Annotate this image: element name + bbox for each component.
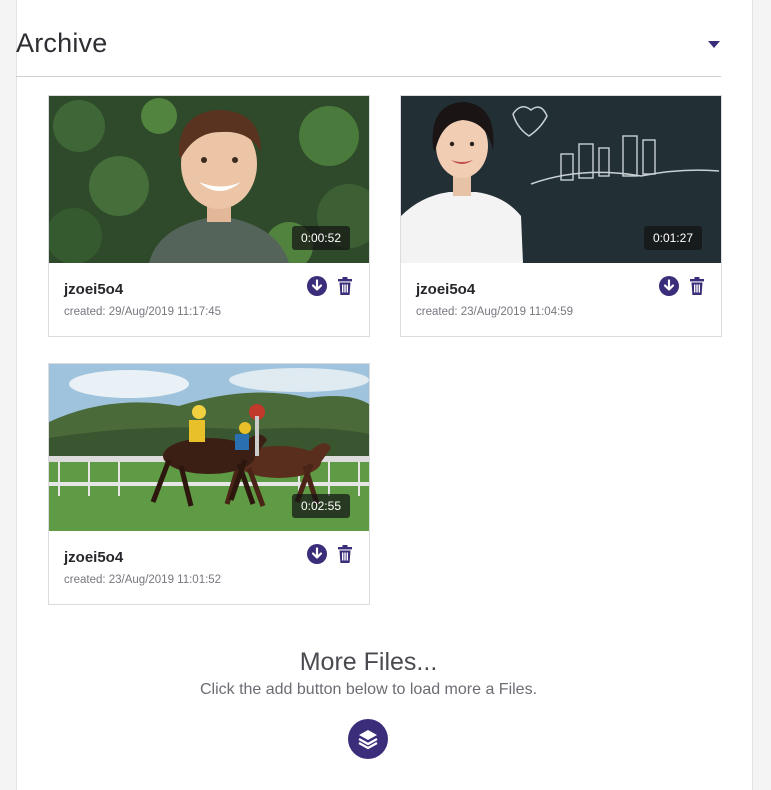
trash-icon[interactable] (335, 544, 355, 564)
file-created-date: created: 23/Aug/2019 11:01:52 (64, 574, 222, 586)
download-icon[interactable] (659, 276, 679, 296)
more-files-section: More Files... Click the add button below… (16, 645, 721, 699)
file-card: 0:00:52 jzoei5o4 created: 29/Aug/2019 11… (48, 95, 370, 337)
video-duration: 0:02:55 (291, 494, 350, 518)
video-thumbnail[interactable]: 0:01:27 (401, 96, 721, 263)
layers-icon (358, 730, 378, 750)
download-icon[interactable] (307, 544, 327, 564)
file-created-date: created: 23/Aug/2019 11:04:59 (416, 306, 574, 318)
file-created-date: created: 29/Aug/2019 11:17:45 (64, 306, 222, 318)
caret-down-icon[interactable] (707, 41, 721, 49)
file-name: jzoei5o4 (64, 281, 124, 298)
archive-header: Archive (16, 26, 721, 77)
file-card: 0:02:55 jzoei5o4 created: 23/Aug/2019 11… (48, 363, 370, 605)
trash-icon[interactable] (687, 276, 707, 296)
video-duration: 0:01:27 (643, 226, 702, 250)
file-name: jzoei5o4 (64, 549, 124, 566)
file-card: 0:01:27 jzoei5o4 created: 23/Aug/2019 11… (400, 95, 722, 337)
video-thumbnail[interactable]: 0:02:55 (49, 364, 369, 531)
more-files-subtitle: Click the add button below to load more … (199, 681, 538, 698)
trash-icon[interactable] (335, 276, 355, 296)
archive-title: Archive (16, 28, 108, 58)
file-name: jzoei5o4 (416, 281, 476, 298)
download-icon[interactable] (307, 276, 327, 296)
video-thumbnail[interactable]: 0:00:52 (49, 96, 369, 263)
load-more-button[interactable] (348, 719, 388, 759)
more-files-title: More Files... (299, 648, 438, 676)
video-duration: 0:00:52 (291, 226, 350, 250)
